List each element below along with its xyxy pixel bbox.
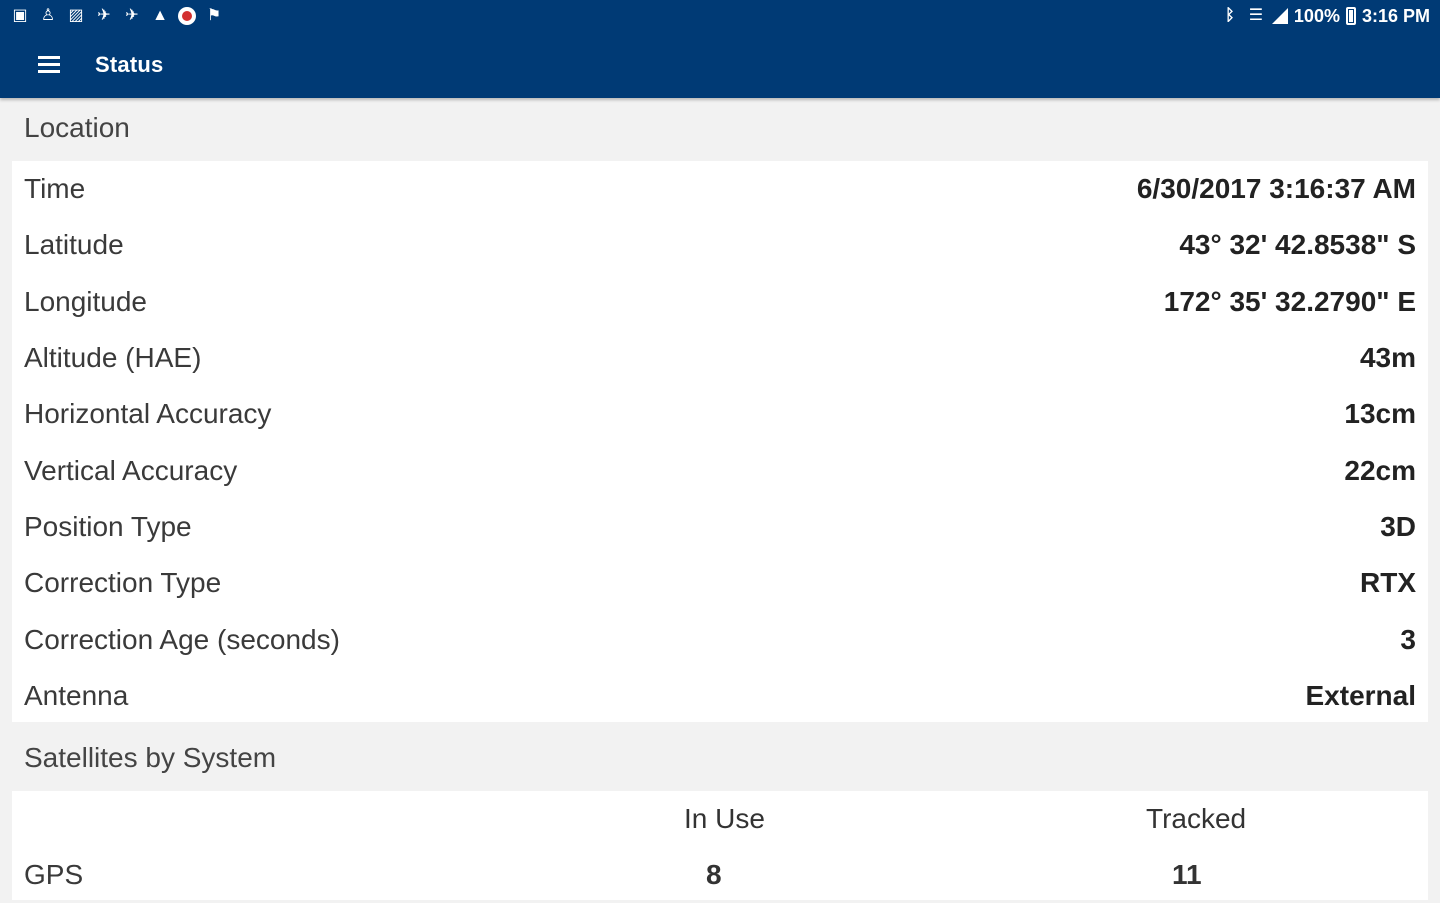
satellites-section-header: Satellites by System [24, 742, 277, 773]
row-label: Latitude [24, 229, 124, 261]
battery-percent: 100% [1293, 5, 1340, 26]
table-header: In Use Tracked [12, 791, 1428, 847]
system-indicators: ᛒ ☰ 100% 3:16 PM [1220, 5, 1430, 27]
row-value: 3D [1380, 510, 1416, 542]
row-label: Time [24, 173, 86, 205]
row-label: Horizontal Accuracy [24, 398, 272, 430]
satellites-card: In Use Tracked GPS 8 11 [12, 791, 1428, 900]
list-item: Longitude 172° 35' 32.2790" E [12, 274, 1428, 330]
list-item: Vertical Accuracy 22cm [12, 442, 1428, 498]
image-icon: ▨ [68, 7, 84, 24]
table-row: GPS 8 11 [12, 847, 1428, 903]
tracked-count: 11 [1172, 859, 1202, 890]
in-use-count: 8 [706, 859, 722, 890]
row-value: 13cm [1344, 398, 1416, 430]
person-icon: ♙ [40, 7, 56, 24]
system-status-bar: ▣ ♙ ▨ ✈ ✈ ▲ ⚑ ᛒ ☰ 100% 3:16 PM [0, 0, 1440, 32]
list-item: Horizontal Accuracy 13cm [12, 386, 1428, 442]
list-item: Position Type 3D [12, 499, 1428, 555]
toolbar: Status [0, 32, 1440, 98]
wifi-icon: ☰ [1248, 7, 1264, 24]
hamburger-menu-icon[interactable] [38, 56, 60, 74]
list-item: Time 6/30/2017 3:16:37 AM [12, 161, 1428, 217]
list-item: Latitude 43° 32' 42.8538" S [12, 217, 1428, 273]
row-label: Vertical Accuracy [24, 454, 238, 486]
row-label: Antenna [24, 679, 129, 711]
app-bar: ▣ ♙ ▨ ✈ ✈ ▲ ⚑ ᛒ ☰ 100% 3:16 PM Status [0, 0, 1440, 98]
satellite-icon: ✈ [125, 7, 139, 24]
row-label: Position Type [24, 510, 192, 542]
satellite-icon: ✈ [97, 7, 111, 24]
list-item: Antenna External [12, 668, 1428, 724]
row-value: 6/30/2017 3:16:37 AM [1136, 173, 1416, 205]
row-value: External [1305, 679, 1417, 711]
app-icon: ▣ [12, 7, 28, 24]
row-value: 22cm [1344, 454, 1416, 486]
list-item: Altitude (HAE) 43m [12, 330, 1428, 386]
system-name: GPS [24, 859, 84, 890]
row-value: 43° 32' 42.8538" S [1179, 229, 1416, 261]
row-label: Altitude (HAE) [24, 342, 202, 374]
flag-icon: ⚑ [206, 7, 222, 24]
row-label: Correction Type [24, 567, 222, 599]
row-label: Correction Age (seconds) [24, 623, 340, 655]
notification-icons: ▣ ♙ ▨ ✈ ✈ ▲ ⚑ [10, 5, 224, 27]
clock: 3:16 PM [1361, 5, 1430, 26]
row-value: 43m [1359, 342, 1416, 374]
bluetooth-icon: ᛒ [1225, 7, 1235, 24]
list-item: Correction Age (seconds) 3 [12, 611, 1428, 667]
battery-icon [1345, 7, 1356, 25]
row-label: Longitude [24, 285, 148, 317]
list-item: Correction Type RTX [12, 555, 1428, 611]
location-card: Time 6/30/2017 3:16:37 AM Latitude 43° 3… [12, 161, 1428, 722]
row-value: RTX [1360, 567, 1416, 599]
column-header-in-use: In Use [684, 803, 765, 834]
signal-icon [1271, 8, 1288, 24]
record-icon [178, 7, 196, 25]
location-section-header: Location [24, 112, 130, 143]
row-value: 3 [1400, 623, 1416, 655]
warning-icon: ▲ [152, 7, 168, 24]
row-value: 172° 35' 32.2790" E [1163, 285, 1416, 317]
page-title: Status [95, 52, 164, 77]
column-header-tracked: Tracked [1146, 803, 1247, 834]
